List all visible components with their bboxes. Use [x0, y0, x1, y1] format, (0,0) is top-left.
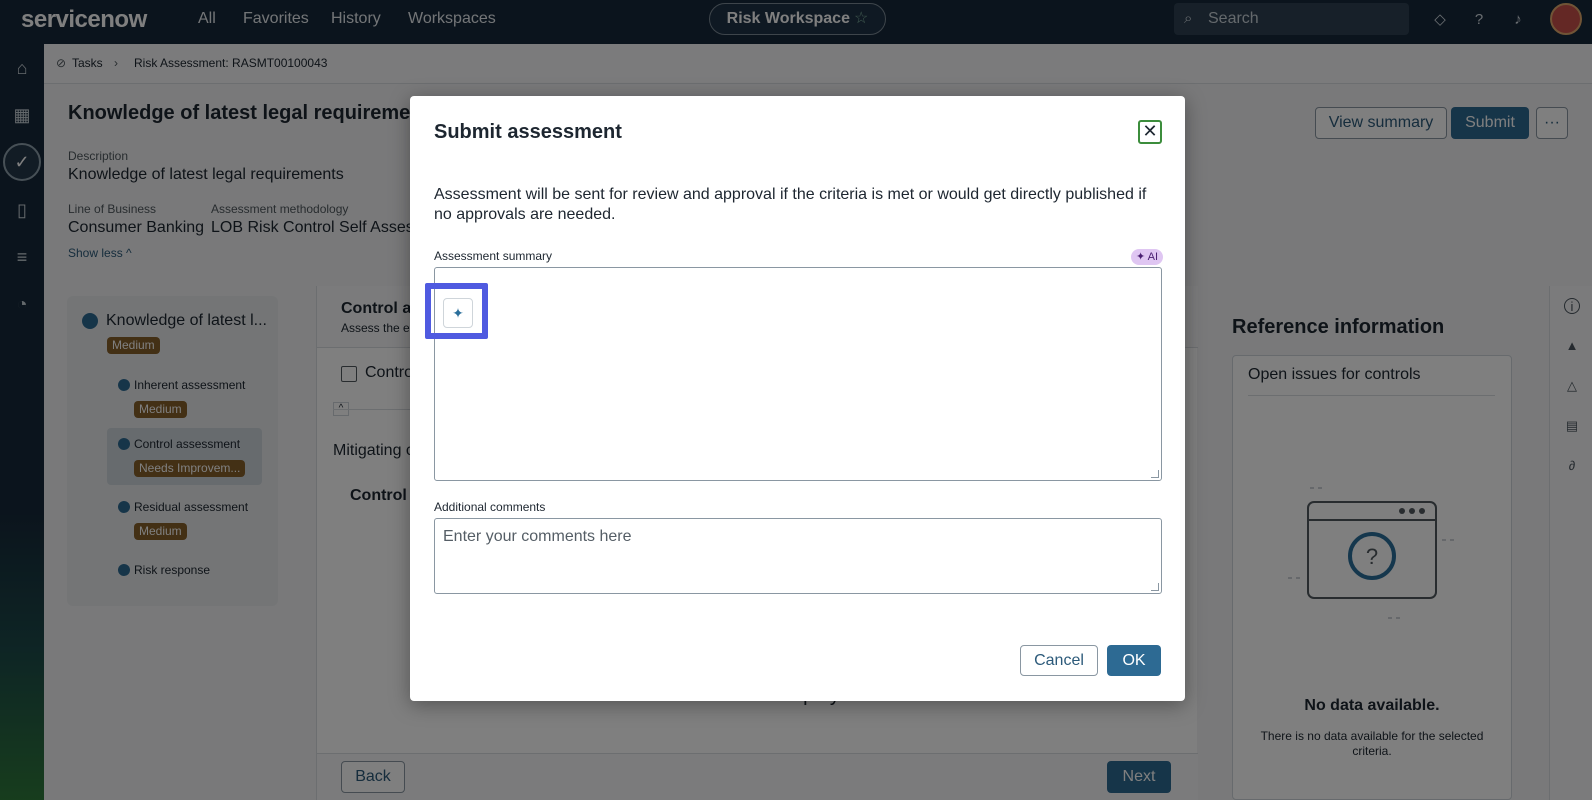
additional-comments-textarea[interactable]: Enter your comments here	[434, 518, 1162, 594]
summary-label: Assessment summary	[434, 249, 553, 263]
resize-handle[interactable]	[1151, 470, 1159, 478]
assessment-summary-textarea[interactable]	[434, 267, 1162, 481]
ai-sparkle-icon: ✦	[1136, 251, 1146, 263]
modal-description: Assessment will be sent for review and a…	[434, 186, 1147, 223]
ai-badge-label: AI	[1147, 251, 1159, 263]
resize-handle[interactable]	[1151, 583, 1159, 591]
ai-generate-button[interactable]: ✦	[443, 298, 473, 328]
ok-button[interactable]: OK	[1107, 645, 1161, 676]
ai-badge: ✦ AI	[1131, 249, 1164, 265]
cancel-button[interactable]: Cancel	[1020, 645, 1098, 676]
close-icon[interactable]: ✕	[1138, 120, 1162, 144]
modal-title: Submit assessment	[434, 121, 622, 143]
comments-label: Additional comments	[434, 500, 546, 514]
submit-assessment-modal: Submit assessment ✕ Assessment will be s…	[410, 96, 1185, 701]
